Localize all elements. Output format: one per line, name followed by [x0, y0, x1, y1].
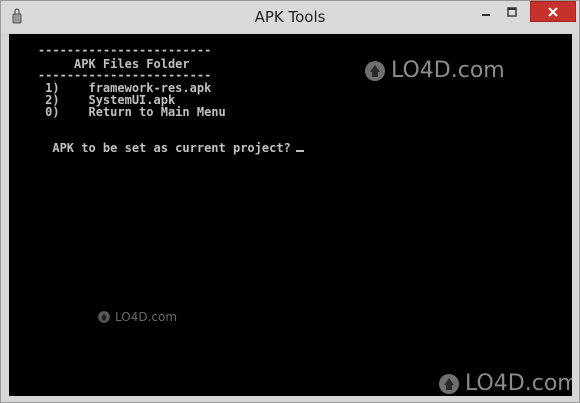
console-prompt-line[interactable]: APK to be set as current project? — [9, 130, 304, 166]
console-separator-top: ------------------------ — [9, 43, 212, 57]
maximize-icon — [507, 6, 517, 17]
console-separator-bottom: ------------------------ — [9, 68, 212, 82]
console-option-0: 0) Return to Main Menu — [9, 105, 226, 119]
title-bar[interactable]: APK Tools — [1, 1, 579, 33]
minimize-icon — [482, 13, 490, 16]
minimize-button[interactable] — [473, 1, 499, 22]
console-area[interactable]: ------------------------ APK Files Folde… — [9, 34, 572, 396]
text-cursor — [295, 150, 304, 152]
watermark-top: LO4D.com — [363, 58, 505, 83]
lo4d-logo-icon — [439, 373, 459, 394]
app-window: APK Tools ------------------------ APK F… — [0, 0, 580, 403]
watermark-text: LO4D.com — [115, 310, 178, 324]
console-prompt: APK to be set as current project? — [52, 141, 291, 155]
maximize-button[interactable] — [499, 1, 525, 22]
watermark-bottom: LO4D.com — [437, 371, 572, 396]
lo4d-logo-icon — [98, 311, 110, 323]
close-icon — [548, 6, 558, 17]
watermark-middle: LO4D.com — [97, 310, 177, 324]
lo4d-logo-icon — [365, 60, 385, 81]
close-button[interactable] — [530, 1, 576, 22]
watermark-text: LO4D.com — [465, 371, 572, 396]
watermark-text: LO4D.com — [391, 58, 505, 83]
